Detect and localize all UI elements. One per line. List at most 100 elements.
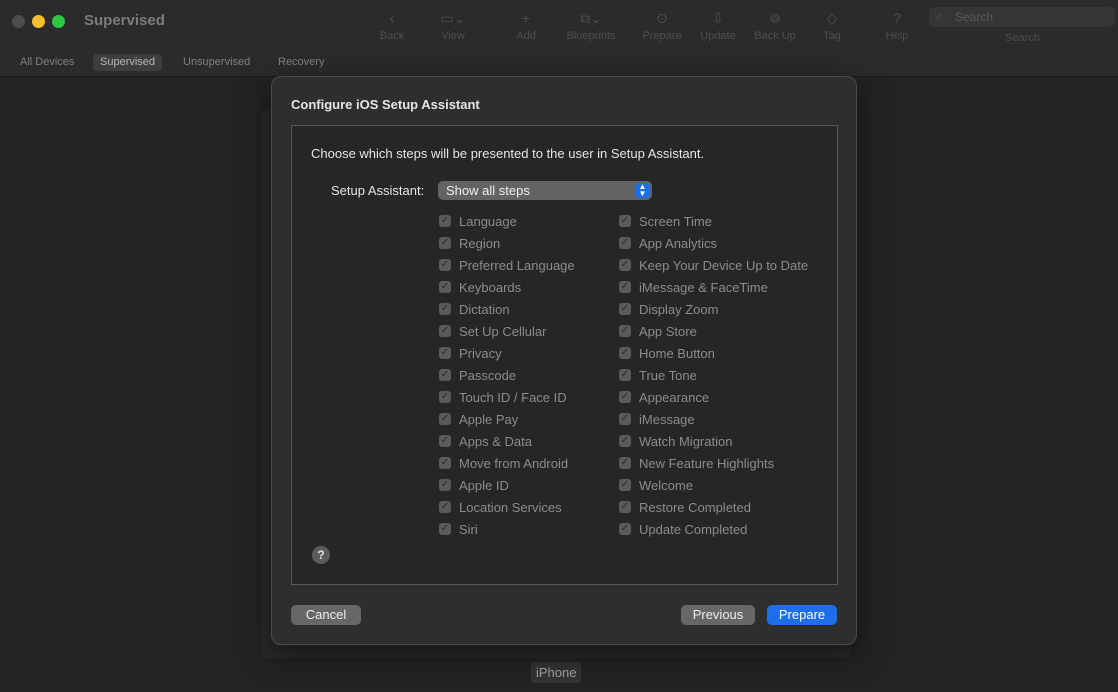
step-row: ✓ Siri bbox=[439, 518, 575, 540]
sheet-title: Configure iOS Setup Assistant bbox=[291, 97, 480, 112]
step-label: Screen Time bbox=[639, 213, 712, 229]
step-checkbox[interactable]: ✓ bbox=[439, 237, 451, 249]
configure-setup-assistant-sheet: Configure iOS Setup Assistant Choose whi… bbox=[271, 76, 857, 645]
step-checkbox[interactable]: ✓ bbox=[619, 303, 631, 315]
step-checkbox[interactable]: ✓ bbox=[439, 259, 451, 271]
step-checkbox[interactable]: ✓ bbox=[439, 347, 451, 359]
blueprints-icon: ⧉⌄ bbox=[580, 10, 602, 26]
step-label: Move from Android bbox=[459, 455, 569, 471]
chevron-left-icon: ‹ bbox=[389, 10, 395, 26]
step-checkbox[interactable]: ✓ bbox=[619, 281, 631, 293]
step-checkbox[interactable]: ✓ bbox=[439, 413, 451, 425]
window-title: Supervised bbox=[84, 12, 165, 29]
step-checkbox[interactable]: ✓ bbox=[439, 303, 451, 315]
toolbar-back-button[interactable]: ‹ Back bbox=[362, 8, 422, 42]
step-checkbox[interactable]: ✓ bbox=[439, 391, 451, 403]
step-row: ✓ Dictation bbox=[439, 298, 575, 320]
step-checkbox[interactable]: ✓ bbox=[619, 347, 631, 359]
step-label: Dictation bbox=[459, 301, 510, 317]
toolbar-label: Back Up bbox=[754, 30, 796, 42]
zoom-window-button[interactable] bbox=[52, 15, 65, 28]
step-checkbox[interactable]: ✓ bbox=[619, 369, 631, 381]
step-checkbox[interactable]: ✓ bbox=[619, 325, 631, 337]
setup-assistant-value: Show all steps bbox=[446, 183, 530, 198]
toolbar-update-button[interactable]: ⇩ Update bbox=[688, 8, 748, 42]
step-checkbox[interactable]: ✓ bbox=[619, 391, 631, 403]
toolbar-label: View bbox=[441, 30, 465, 42]
step-checkbox[interactable]: ✓ bbox=[439, 215, 451, 227]
step-checkbox[interactable]: ✓ bbox=[439, 479, 451, 491]
prepare-button[interactable]: Prepare bbox=[767, 605, 837, 625]
step-checkbox[interactable]: ✓ bbox=[619, 259, 631, 271]
tab-all-devices[interactable]: All Devices bbox=[13, 54, 81, 71]
step-label: True Tone bbox=[639, 367, 697, 383]
step-label: Apple ID bbox=[459, 477, 509, 493]
minimize-window-button[interactable] bbox=[32, 15, 45, 28]
search-label: Search bbox=[1005, 32, 1040, 44]
tab-recovery[interactable]: Recovery bbox=[271, 54, 331, 71]
toolbar-tag-button[interactable]: ◇ Tag bbox=[802, 8, 862, 42]
toolbar-back-up-button[interactable]: ⊚ Back Up bbox=[745, 8, 805, 42]
step-label: Apps & Data bbox=[459, 433, 532, 449]
step-label: Home Button bbox=[639, 345, 715, 361]
search-placeholder: Search bbox=[955, 10, 994, 24]
step-checkbox[interactable]: ✓ bbox=[619, 237, 631, 249]
step-label: Restore Completed bbox=[639, 499, 751, 515]
step-row: ✓ App Store bbox=[619, 320, 808, 342]
toolbar-label: Update bbox=[700, 30, 736, 42]
help-icon: ? bbox=[893, 10, 901, 26]
step-checkbox[interactable]: ✓ bbox=[619, 457, 631, 469]
toolbar-label: Help bbox=[885, 30, 909, 42]
step-checkbox[interactable]: ✓ bbox=[619, 523, 631, 535]
setup-assistant-label: Setup Assistant: bbox=[331, 183, 425, 198]
step-row: ✓ Language bbox=[439, 210, 575, 232]
step-checkbox[interactable]: ✓ bbox=[619, 435, 631, 447]
step-label: Touch ID / Face ID bbox=[459, 389, 567, 405]
setup-assistant-popup[interactable]: Show all steps ▲ ▼ bbox=[438, 181, 652, 200]
step-row: ✓ Privacy bbox=[439, 342, 575, 364]
step-checkbox[interactable]: ✓ bbox=[439, 325, 451, 337]
step-row: ✓ Set Up Cellular bbox=[439, 320, 575, 342]
close-window-button[interactable] bbox=[12, 15, 25, 28]
help-button[interactable]: ? bbox=[312, 546, 330, 564]
right-steps-column: ✓ Screen Time ✓ App Analytics ✓ Keep Your Dev… bbox=[619, 210, 808, 540]
step-checkbox[interactable]: ✓ bbox=[439, 523, 451, 535]
step-checkbox[interactable]: ✓ bbox=[619, 413, 631, 425]
step-label: Set Up Cellular bbox=[459, 323, 547, 339]
step-row: ✓ Keyboards bbox=[439, 276, 575, 298]
step-label: Location Services bbox=[459, 499, 562, 515]
device-name-label: iPhone bbox=[531, 662, 582, 683]
tab-unsupervised[interactable]: Unsupervised bbox=[176, 54, 257, 71]
toolbar-help-button[interactable]: ? Help bbox=[867, 8, 927, 42]
instructions-text: Choose which steps will be presented to … bbox=[311, 146, 705, 161]
search-icon: ⌕ bbox=[936, 9, 943, 23]
step-row: ✓ Watch Migration bbox=[619, 430, 808, 452]
step-checkbox[interactable]: ✓ bbox=[439, 501, 451, 513]
step-checkbox[interactable]: ✓ bbox=[619, 215, 631, 227]
step-row: ✓ New Feature Highlights bbox=[619, 452, 808, 474]
tab-supervised[interactable]: Supervised bbox=[93, 54, 163, 71]
cancel-button[interactable]: Cancel bbox=[291, 605, 361, 625]
filter-tab-bar: All Devices Supervised Unsupervised Recover… bbox=[0, 50, 1118, 77]
search-field[interactable]: ⌕ Search bbox=[929, 7, 1115, 27]
step-label: Language bbox=[459, 213, 517, 229]
step-checkbox[interactable]: ✓ bbox=[439, 457, 451, 469]
toolbar-prepare-button[interactable]: ⊙ Prepare bbox=[632, 8, 692, 42]
step-row: ✓ Display Zoom bbox=[619, 298, 808, 320]
step-label: Siri bbox=[459, 521, 478, 537]
toolbar-add-button[interactable]: + Add bbox=[496, 8, 556, 42]
toolbar-blueprints-button[interactable]: ⧉⌄ Blueprints bbox=[561, 8, 621, 42]
step-row: ✓ Update Completed bbox=[619, 518, 808, 540]
step-checkbox[interactable]: ✓ bbox=[439, 435, 451, 447]
step-checkbox[interactable]: ✓ bbox=[619, 479, 631, 491]
step-label: Preferred Language bbox=[459, 257, 575, 273]
step-checkbox[interactable]: ✓ bbox=[439, 281, 451, 293]
toolbar-view-button[interactable]: ▭⌄ View bbox=[423, 8, 483, 42]
previous-button[interactable]: Previous bbox=[681, 605, 755, 625]
chevron-up-down-icon: ▲ ▼ bbox=[635, 183, 650, 198]
step-checkbox[interactable]: ✓ bbox=[619, 501, 631, 513]
step-label: New Feature Highlights bbox=[639, 455, 775, 471]
step-row: ✓ iMessage bbox=[619, 408, 808, 430]
step-label: Keep Your Device Up to Date bbox=[639, 257, 809, 273]
step-checkbox[interactable]: ✓ bbox=[439, 369, 451, 381]
